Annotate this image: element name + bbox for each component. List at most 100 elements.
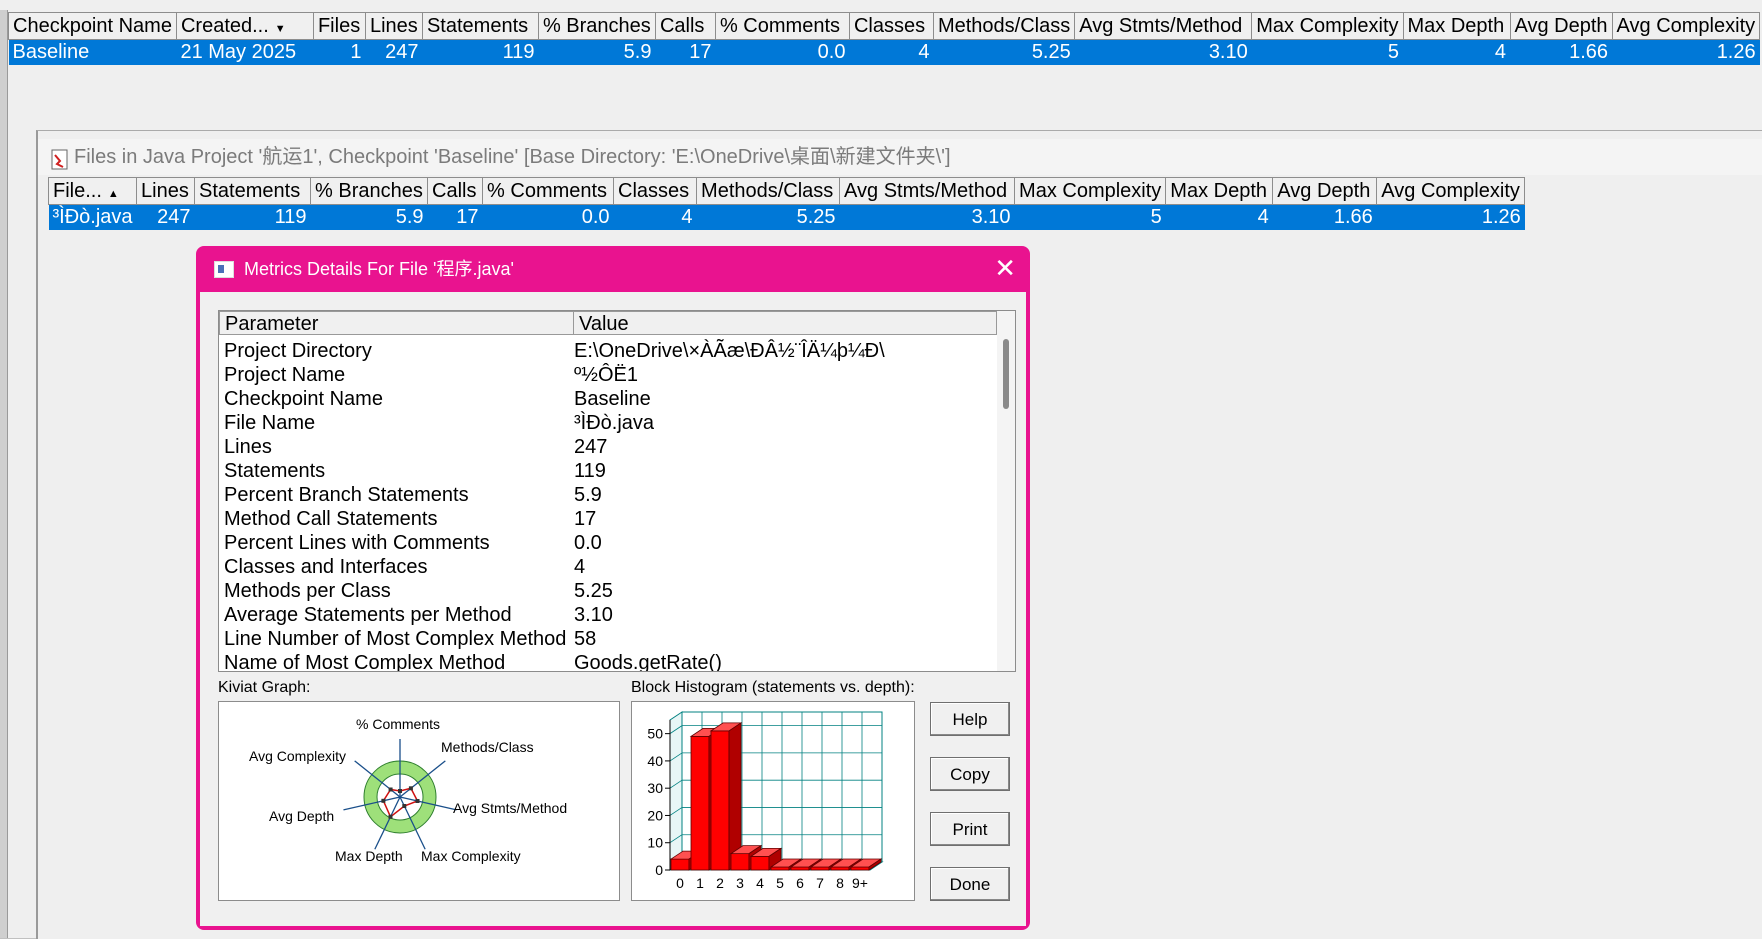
column-header[interactable]: Files [312, 12, 366, 40]
column-header[interactable]: Statements [421, 12, 539, 40]
scrollbar-thumb[interactable] [1003, 339, 1009, 409]
table-cell: 5.25 [933, 39, 1075, 65]
table-cell: 0.0 [715, 39, 850, 65]
document-icon [50, 147, 70, 170]
column-header[interactable]: Max Depth [1402, 12, 1511, 40]
list-item[interactable]: Percent Lines with Comments 0.0 [219, 531, 997, 555]
list-item[interactable]: Method Call Statements 17 [219, 507, 997, 531]
parameter-value: 5.9 [574, 484, 602, 506]
table-cell: 21 May 2025 [176, 39, 314, 65]
table-cell: ³ÌÐò.java [48, 204, 137, 230]
column-header-label: Avg Stmts/Method [1079, 14, 1243, 37]
column-header[interactable]: Avg Depth [1272, 177, 1378, 205]
column-header[interactable]: Calls [427, 177, 484, 205]
list-item[interactable]: Average Statements per Method 3.10 [219, 603, 997, 627]
column-header[interactable]: Methods/Class [696, 177, 841, 205]
column-header-value[interactable]: Value [573, 311, 997, 335]
column-header-label: Calls [432, 179, 477, 202]
table-cell: 4 [849, 39, 934, 65]
column-header-parameter[interactable]: Parameter [219, 311, 574, 335]
list-item[interactable]: Statements 119 [219, 459, 997, 483]
list-item[interactable]: Percent Branch Statements 5.9 [219, 483, 997, 507]
column-header[interactable]: % Comments [482, 177, 615, 205]
print-button[interactable]: Print [930, 812, 1010, 846]
column-header[interactable]: Created... ▼ [175, 12, 314, 40]
list-item[interactable]: Methods per Class 5.25 [219, 579, 997, 603]
kiviat-axis-label: Avg Depth [269, 808, 334, 824]
column-header[interactable]: Max Depth [1165, 177, 1274, 205]
list-item[interactable]: Lines 247 [219, 435, 997, 459]
parameter-name: Statements [224, 460, 326, 482]
list-scrollbar[interactable] [997, 311, 1015, 671]
table-cell: 1.66 [1510, 39, 1613, 65]
histogram-bar [709, 722, 743, 871]
column-header-label: % Comments [487, 179, 608, 202]
table-row[interactable]: Baseline 21 May 2025 1 247 119 5.9 17 0.0 4 5.25 3… [8, 39, 1760, 65]
close-icon[interactable]: ✕ [994, 246, 1016, 290]
kiviat-axis-label: Avg Stmts/Method [453, 800, 567, 816]
column-header-label: % Branches [315, 179, 423, 202]
table-cell: 1.66 [1272, 204, 1377, 230]
parameter-name: Lines [224, 436, 272, 458]
column-header[interactable]: Methods/Class [932, 12, 1076, 40]
column-header[interactable]: Calls [654, 12, 716, 40]
list-rows: Project Directory E:\OneDrive\×ÀÃæ\ÐÂ½¨ÎÄ… [219, 339, 997, 671]
list-item[interactable]: File Name ³ÌÐò.java [219, 411, 997, 435]
window-icon [214, 261, 234, 278]
table-cell: 5.25 [696, 204, 840, 230]
column-header[interactable]: Classes [613, 177, 698, 205]
kiviat-point [381, 798, 386, 803]
column-header[interactable]: File... ▲ [47, 177, 138, 205]
table-cell: 119 [194, 204, 311, 230]
column-header[interactable]: Avg Complexity [1611, 12, 1761, 40]
column-header[interactable]: Statements [194, 177, 312, 205]
column-header[interactable]: Avg Complexity [1376, 177, 1526, 205]
column-header[interactable]: Lines [364, 12, 423, 40]
help-button[interactable]: Help [930, 702, 1010, 736]
column-header[interactable]: Checkpoint Name [8, 12, 177, 40]
list-item[interactable]: Classes and Interfaces 4 [219, 555, 997, 579]
list-item[interactable]: Line Number of Most Complex Method 58 [219, 627, 997, 651]
column-header[interactable]: % Branches [310, 177, 429, 205]
parameter-name: Classes and Interfaces [224, 556, 428, 578]
column-header[interactable]: Avg Stmts/Method [839, 177, 1016, 205]
list-item[interactable]: Checkpoint Name Baseline [219, 387, 997, 411]
files-window-title: Files in Java Project '航运1', Checkpoint … [74, 146, 951, 168]
parameter-name: Percent Lines with Comments [224, 532, 490, 554]
column-header[interactable]: Max Complexity [1014, 177, 1167, 205]
column-header[interactable]: Max Complexity [1251, 12, 1404, 40]
column-header-label: Avg Depth [1277, 179, 1371, 202]
column-header[interactable]: Lines [136, 177, 196, 205]
y-tick-label: 0 [655, 862, 663, 878]
list-item[interactable]: Project Name º½ÔË1 [219, 363, 997, 387]
column-header[interactable]: Avg Depth [1509, 12, 1613, 40]
table-cell: 17 [655, 39, 716, 65]
files-table: File... ▲ Lines Statements % Branches Calls % … [47, 177, 1526, 230]
list-item[interactable]: Name of Most Complex Method Goods.getRate… [219, 651, 997, 671]
x-tick-label: 3 [736, 875, 744, 891]
column-header[interactable]: % Comments [714, 12, 850, 40]
table-cell: 5.9 [538, 39, 656, 65]
table-row[interactable]: ³ÌÐò.java 247 119 5.9 17 0.0 4 5.25 3.10 5 4 1.66 1.… [48, 204, 1525, 230]
column-header-label: Statements [199, 179, 301, 202]
top-title-strip [0, 0, 1762, 10]
left-scrollbar[interactable] [0, 10, 8, 938]
column-header-label: Statements [426, 14, 529, 37]
list-item[interactable]: Project Directory E:\OneDrive\×ÀÃæ\ÐÂ½¨ÎÄ… [219, 339, 997, 363]
column-header-label: Avg Complexity [1381, 179, 1520, 202]
column-header-label: Methods/Class [701, 179, 834, 202]
checkpoints-window: Checkpoint Name Created... ▼ Files Lines Stat… [0, 0, 1762, 939]
table-cell: 247 [136, 204, 195, 230]
kiviat-axis-label: % Comments [356, 716, 440, 732]
table-cell: 1 [313, 39, 366, 65]
done-button[interactable]: Done [930, 867, 1010, 901]
parameter-value: 58 [574, 628, 597, 650]
column-header-label: Created... [180, 14, 269, 37]
copy-button[interactable]: Copy [930, 757, 1010, 791]
table-cell: 0.0 [482, 204, 614, 230]
column-header[interactable]: % Branches [537, 12, 656, 40]
x-tick-label: 1 [696, 875, 704, 891]
column-header[interactable]: Classes [848, 12, 934, 40]
y-tick-label: 40 [647, 753, 663, 769]
column-header[interactable]: Avg Stmts/Method [1074, 12, 1253, 40]
